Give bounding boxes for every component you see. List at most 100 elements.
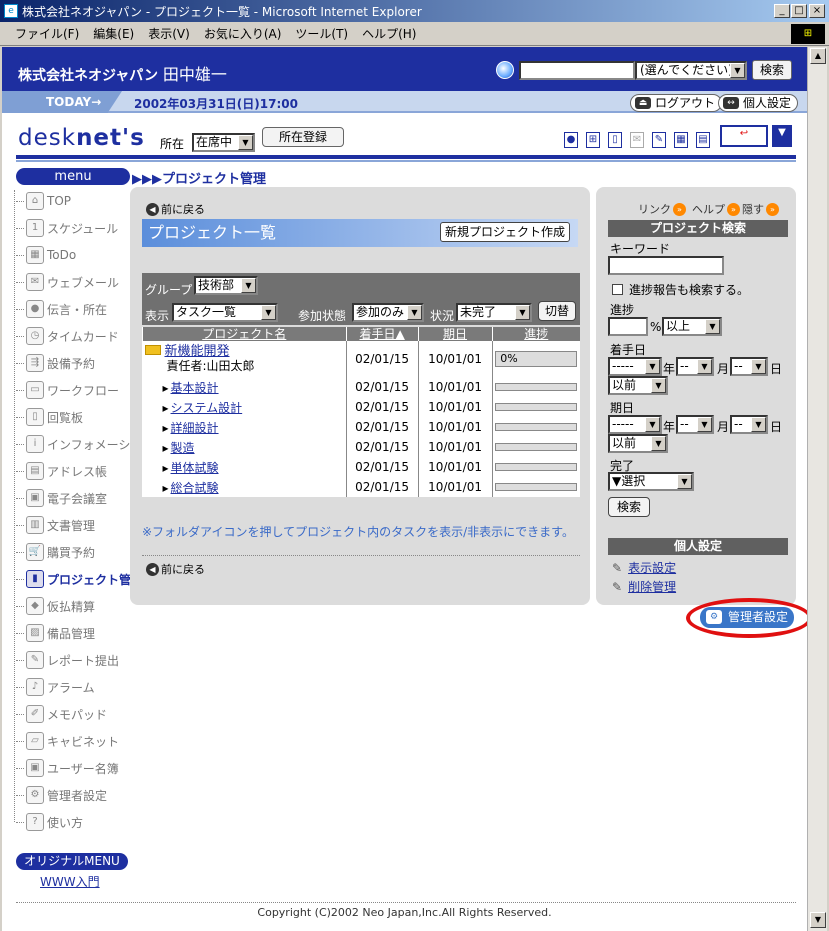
- back-link-bottom[interactable]: ◀ 前に戻る: [146, 561, 205, 577]
- sidebar-item[interactable]: ✉ ウェブメール: [16, 271, 119, 293]
- col-project-name[interactable]: プロジェクト名: [142, 327, 347, 341]
- sidebar-item[interactable]: ▣ 電子会議室: [16, 487, 107, 509]
- maximize-button[interactable]: □: [791, 4, 807, 18]
- link-link[interactable]: リンク»: [638, 201, 686, 217]
- hide-link[interactable]: 隠す»: [742, 201, 779, 217]
- start-day-select[interactable]: -- ▼: [730, 357, 768, 376]
- due-before-select[interactable]: 以前 ▼: [608, 434, 668, 453]
- sidebar-item[interactable]: ▯ 回覧板: [16, 406, 83, 428]
- sidebar-item[interactable]: ⚙ 管理者設定: [16, 784, 107, 806]
- task-link[interactable]: 製造: [171, 441, 195, 455]
- display-select[interactable]: タスク一覧 ▼: [172, 303, 278, 322]
- sidebar-item[interactable]: ▥ 文書管理: [16, 514, 95, 536]
- logout-button[interactable]: ⏏ ログアウト: [630, 94, 723, 112]
- table-row: ▸ 基本設計 02/01/15 10/01/01: [143, 377, 580, 397]
- org-icon[interactable]: ⊞: [586, 132, 600, 148]
- sidebar-item[interactable]: 1 スケジュール: [16, 217, 118, 239]
- include-reports-checkbox[interactable]: [612, 284, 623, 295]
- sidebar-item[interactable]: 🛒 購買予約: [16, 541, 95, 563]
- done-select[interactable]: ▼選択 ▼: [608, 472, 694, 491]
- search-input[interactable]: [519, 61, 635, 80]
- presence-register-button[interactable]: 所在登録: [262, 127, 344, 147]
- sidebar-item[interactable]: ⇶ 設備予約: [16, 352, 95, 374]
- sidebar-item[interactable]: ▨ 備品管理: [16, 622, 95, 644]
- sidebar-item[interactable]: ▤ アドレス帳: [16, 460, 107, 482]
- www-intro-link[interactable]: WWW入門: [40, 873, 100, 890]
- sidebar-item[interactable]: ▭ ワークフロー: [16, 379, 119, 401]
- sidebar-item[interactable]: ◆ 仮払精算: [16, 595, 95, 617]
- sidebar-item[interactable]: ♪ アラーム: [16, 676, 95, 698]
- edit-icon[interactable]: ✎: [652, 132, 666, 148]
- delete-mgmt-link[interactable]: 削除管理: [628, 580, 676, 594]
- triangle-right-icon: ▸: [162, 400, 169, 415]
- sidebar-item[interactable]: ◷ タイムカード: [16, 325, 119, 347]
- display-settings-item[interactable]: ✎ 表示設定: [612, 559, 676, 576]
- vertical-scrollbar[interactable]: ▲ ▼: [807, 47, 827, 931]
- new-project-button[interactable]: 新規プロジェクト作成: [440, 222, 570, 242]
- search-scope-select[interactable]: (選んでください) ▼: [635, 61, 747, 80]
- task-link[interactable]: 総合試験: [171, 481, 219, 495]
- switch-button[interactable]: 切替: [538, 301, 576, 321]
- presence-select[interactable]: 在席中 ▼: [192, 133, 255, 152]
- delete-mgmt-item[interactable]: ✎ 削除管理: [612, 578, 676, 595]
- group-select[interactable]: 技術部 ▼: [194, 276, 258, 295]
- close-button[interactable]: ×: [809, 4, 825, 18]
- task-link[interactable]: 詳細設計: [171, 421, 219, 435]
- scroll-down-button[interactable]: ▼: [810, 912, 826, 928]
- menu-view[interactable]: 表示(V): [148, 25, 190, 42]
- start-month-select[interactable]: -- ▼: [676, 357, 714, 376]
- sidebar-item[interactable]: ✐ メモパッド: [16, 703, 107, 725]
- panel-search-button[interactable]: 検索: [608, 497, 650, 517]
- project-link[interactable]: 新機能開発: [165, 344, 230, 359]
- phone-icon[interactable]: ▯: [608, 132, 622, 148]
- minimize-button[interactable]: _: [774, 4, 790, 18]
- keyword-input[interactable]: [608, 256, 724, 275]
- grid-icon[interactable]: ▦: [674, 132, 688, 148]
- book-icon[interactable]: ▤: [696, 132, 710, 148]
- menu-file[interactable]: ファイル(F): [15, 25, 79, 42]
- sidebar-item[interactable]: ● 伝言・所在: [16, 298, 107, 320]
- double-chevron-icon: »: [727, 202, 740, 216]
- status-select[interactable]: 未完了 ▼: [456, 303, 532, 322]
- user-icon[interactable]: ●: [564, 132, 578, 148]
- sidebar-item[interactable]: ▣ ユーザー名簿: [16, 757, 119, 779]
- sidebar-item[interactable]: ? 使い方: [16, 811, 83, 833]
- monitor-icon[interactable]: ↩: [720, 125, 768, 147]
- triangle-right-icon: ▸: [162, 420, 169, 435]
- menu-favorites[interactable]: お気に入り(A): [204, 25, 282, 42]
- sidebar-item[interactable]: ▱ キャビネット: [16, 730, 119, 752]
- task-link[interactable]: 基本設計: [171, 381, 219, 395]
- col-progress[interactable]: 進捗: [491, 327, 580, 341]
- sidebar-item[interactable]: ▮ プロジェクト管理: [16, 568, 143, 590]
- start-year-select[interactable]: ----- ▼: [608, 357, 662, 376]
- personal-settings-button[interactable]: ↔ 個人設定: [718, 94, 799, 112]
- help-link[interactable]: ヘルプ»: [692, 201, 740, 217]
- progress-cond-select[interactable]: 以上 ▼: [662, 317, 722, 336]
- include-reports-option[interactable]: 進捗報告も検索する。: [612, 281, 749, 298]
- col-start-date[interactable]: 着手日▲: [345, 327, 419, 341]
- col-due-date[interactable]: 期日: [417, 327, 492, 341]
- sidebar-item[interactable]: ✎ レポート提出: [16, 649, 119, 671]
- progress-input[interactable]: [608, 317, 648, 336]
- task-link[interactable]: システム設計: [171, 401, 243, 415]
- dropdown-icon[interactable]: ▼: [772, 125, 792, 147]
- sidebar-item[interactable]: ⌂ TOP: [16, 190, 71, 212]
- back-link-top[interactable]: ◀ 前に戻る: [146, 201, 205, 217]
- today-text: TODAY: [46, 95, 92, 109]
- participation-select[interactable]: 参加のみ ▼: [352, 303, 424, 322]
- search-button[interactable]: 検索: [752, 60, 792, 80]
- folder-icon[interactable]: [144, 345, 161, 355]
- display-settings-link[interactable]: 表示設定: [628, 561, 676, 575]
- start-before-select[interactable]: 以前 ▼: [608, 376, 668, 395]
- scroll-up-button[interactable]: ▲: [810, 48, 826, 64]
- due-day-select[interactable]: -- ▼: [730, 415, 768, 434]
- menu-tools[interactable]: ツール(T): [295, 25, 348, 42]
- sidebar-item[interactable]: ▦ ToDo: [16, 244, 76, 266]
- due-month-select[interactable]: -- ▼: [676, 415, 714, 434]
- due-year-select[interactable]: ----- ▼: [608, 415, 662, 434]
- task-cell: ▸ システム設計: [143, 397, 347, 417]
- menu-help[interactable]: ヘルプ(H): [362, 25, 416, 42]
- mail-icon[interactable]: ✉: [630, 132, 644, 148]
- task-link[interactable]: 単体試験: [171, 461, 219, 475]
- menu-edit[interactable]: 編集(E): [93, 25, 134, 42]
